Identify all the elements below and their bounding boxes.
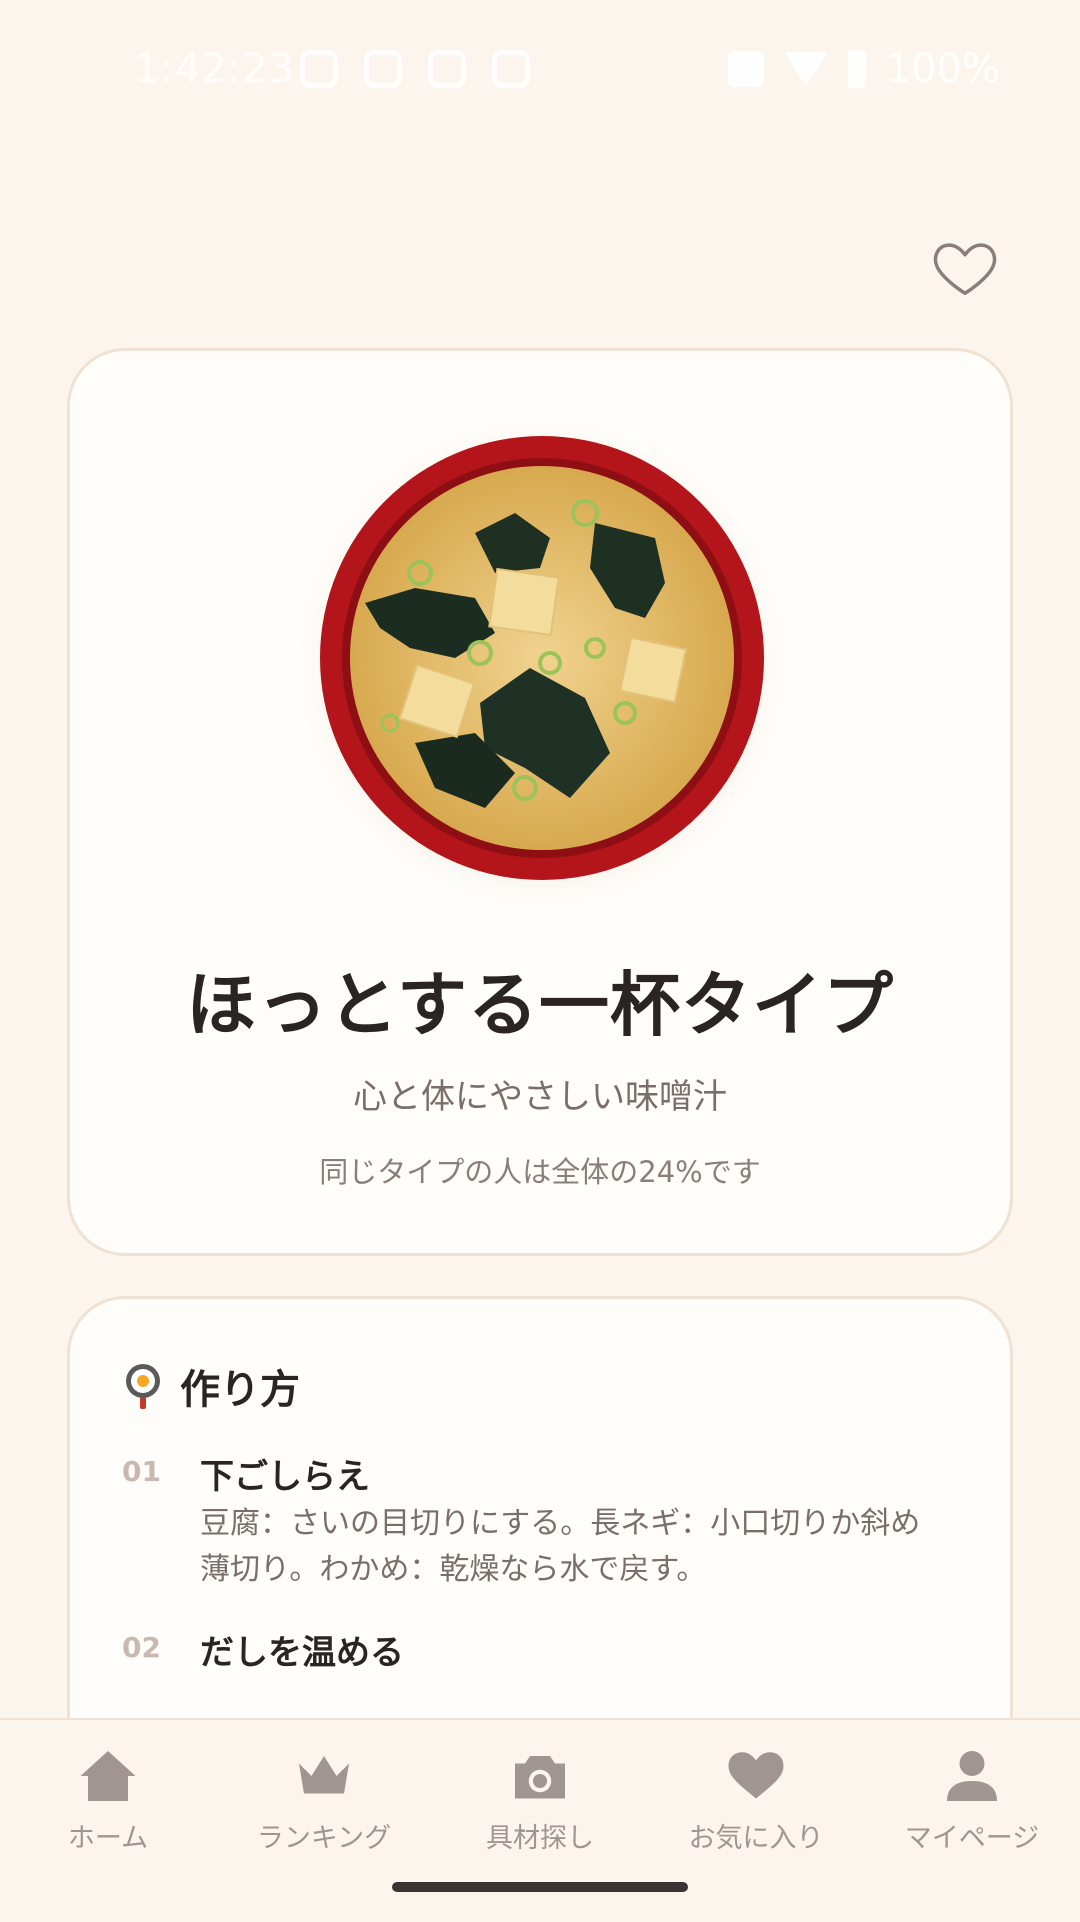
favorite-button[interactable] xyxy=(930,232,1000,302)
system-icons: 100% xyxy=(727,46,1000,92)
notification-icons xyxy=(300,50,530,88)
recipe-card: 作り方 01 下ごしらえ 豆腐：さいの目切りにする。長ネギ：小口切りか斜め薄切り… xyxy=(67,1296,1013,1756)
mute-icon xyxy=(727,51,764,87)
notification-icon xyxy=(428,50,466,88)
nav-label: ホーム xyxy=(67,1823,149,1854)
notification-icon xyxy=(364,50,402,88)
status-bar: 1:42:23 100% xyxy=(0,0,1080,140)
nav-item-ingredient-search[interactable]: 具材探し xyxy=(432,1748,648,1868)
nav-item-favorites[interactable]: お気に入り xyxy=(648,1748,864,1868)
nav-label: 具材探し xyxy=(486,1823,594,1854)
crown-icon xyxy=(299,1756,349,1794)
result-subtitle: 心と体にやさしい味噌汁 xyxy=(353,1077,727,1117)
camera-icon xyxy=(515,1756,565,1799)
result-card: ほっとする一杯タイプ 心と体にやさしい味噌汁 同じタイプの人は全体の24%です xyxy=(67,348,1013,1256)
nav-item-home[interactable]: ホーム xyxy=(0,1748,216,1868)
notification-icon xyxy=(492,50,530,88)
step-number: 01 xyxy=(122,1455,161,1488)
nav-label: お気に入り xyxy=(688,1823,824,1854)
home-icon xyxy=(80,1751,136,1801)
recipe-heading: 作り方 xyxy=(122,1357,300,1415)
nav-label: ランキング xyxy=(256,1823,392,1854)
nav-label: マイページ xyxy=(904,1823,1040,1854)
battery-icon xyxy=(847,50,866,88)
battery-level: 100% xyxy=(885,46,1000,92)
heart-outline-icon xyxy=(933,243,997,295)
status-time: 1:42:23 xyxy=(134,46,296,92)
wifi-icon xyxy=(783,52,828,86)
step-number: 02 xyxy=(122,1631,161,1664)
frying-pan-icon xyxy=(126,1364,160,1409)
notification-icon xyxy=(300,50,338,88)
miso-soup-image xyxy=(295,413,790,910)
person-icon xyxy=(947,1751,997,1801)
home-indicator[interactable] xyxy=(392,1882,688,1892)
nav-item-mypage[interactable]: マイページ xyxy=(864,1748,1080,1868)
heart-icon xyxy=(728,1752,784,1799)
recipe-title: 作り方 xyxy=(180,1367,300,1413)
step-title: だしを温める xyxy=(200,1633,404,1673)
step-title: 下ごしらえ xyxy=(200,1457,370,1497)
result-ratio: 同じタイプの人は全体の24%です xyxy=(319,1155,761,1189)
nav-item-ranking[interactable]: ランキング xyxy=(216,1748,432,1868)
result-title: ほっとする一杯タイプ xyxy=(186,964,894,1046)
step-body: 豆腐：さいの目切りにする。長ネギ：小口切りか斜め薄切り。わかめ：乾燥なら水で戻す… xyxy=(200,1506,921,1587)
